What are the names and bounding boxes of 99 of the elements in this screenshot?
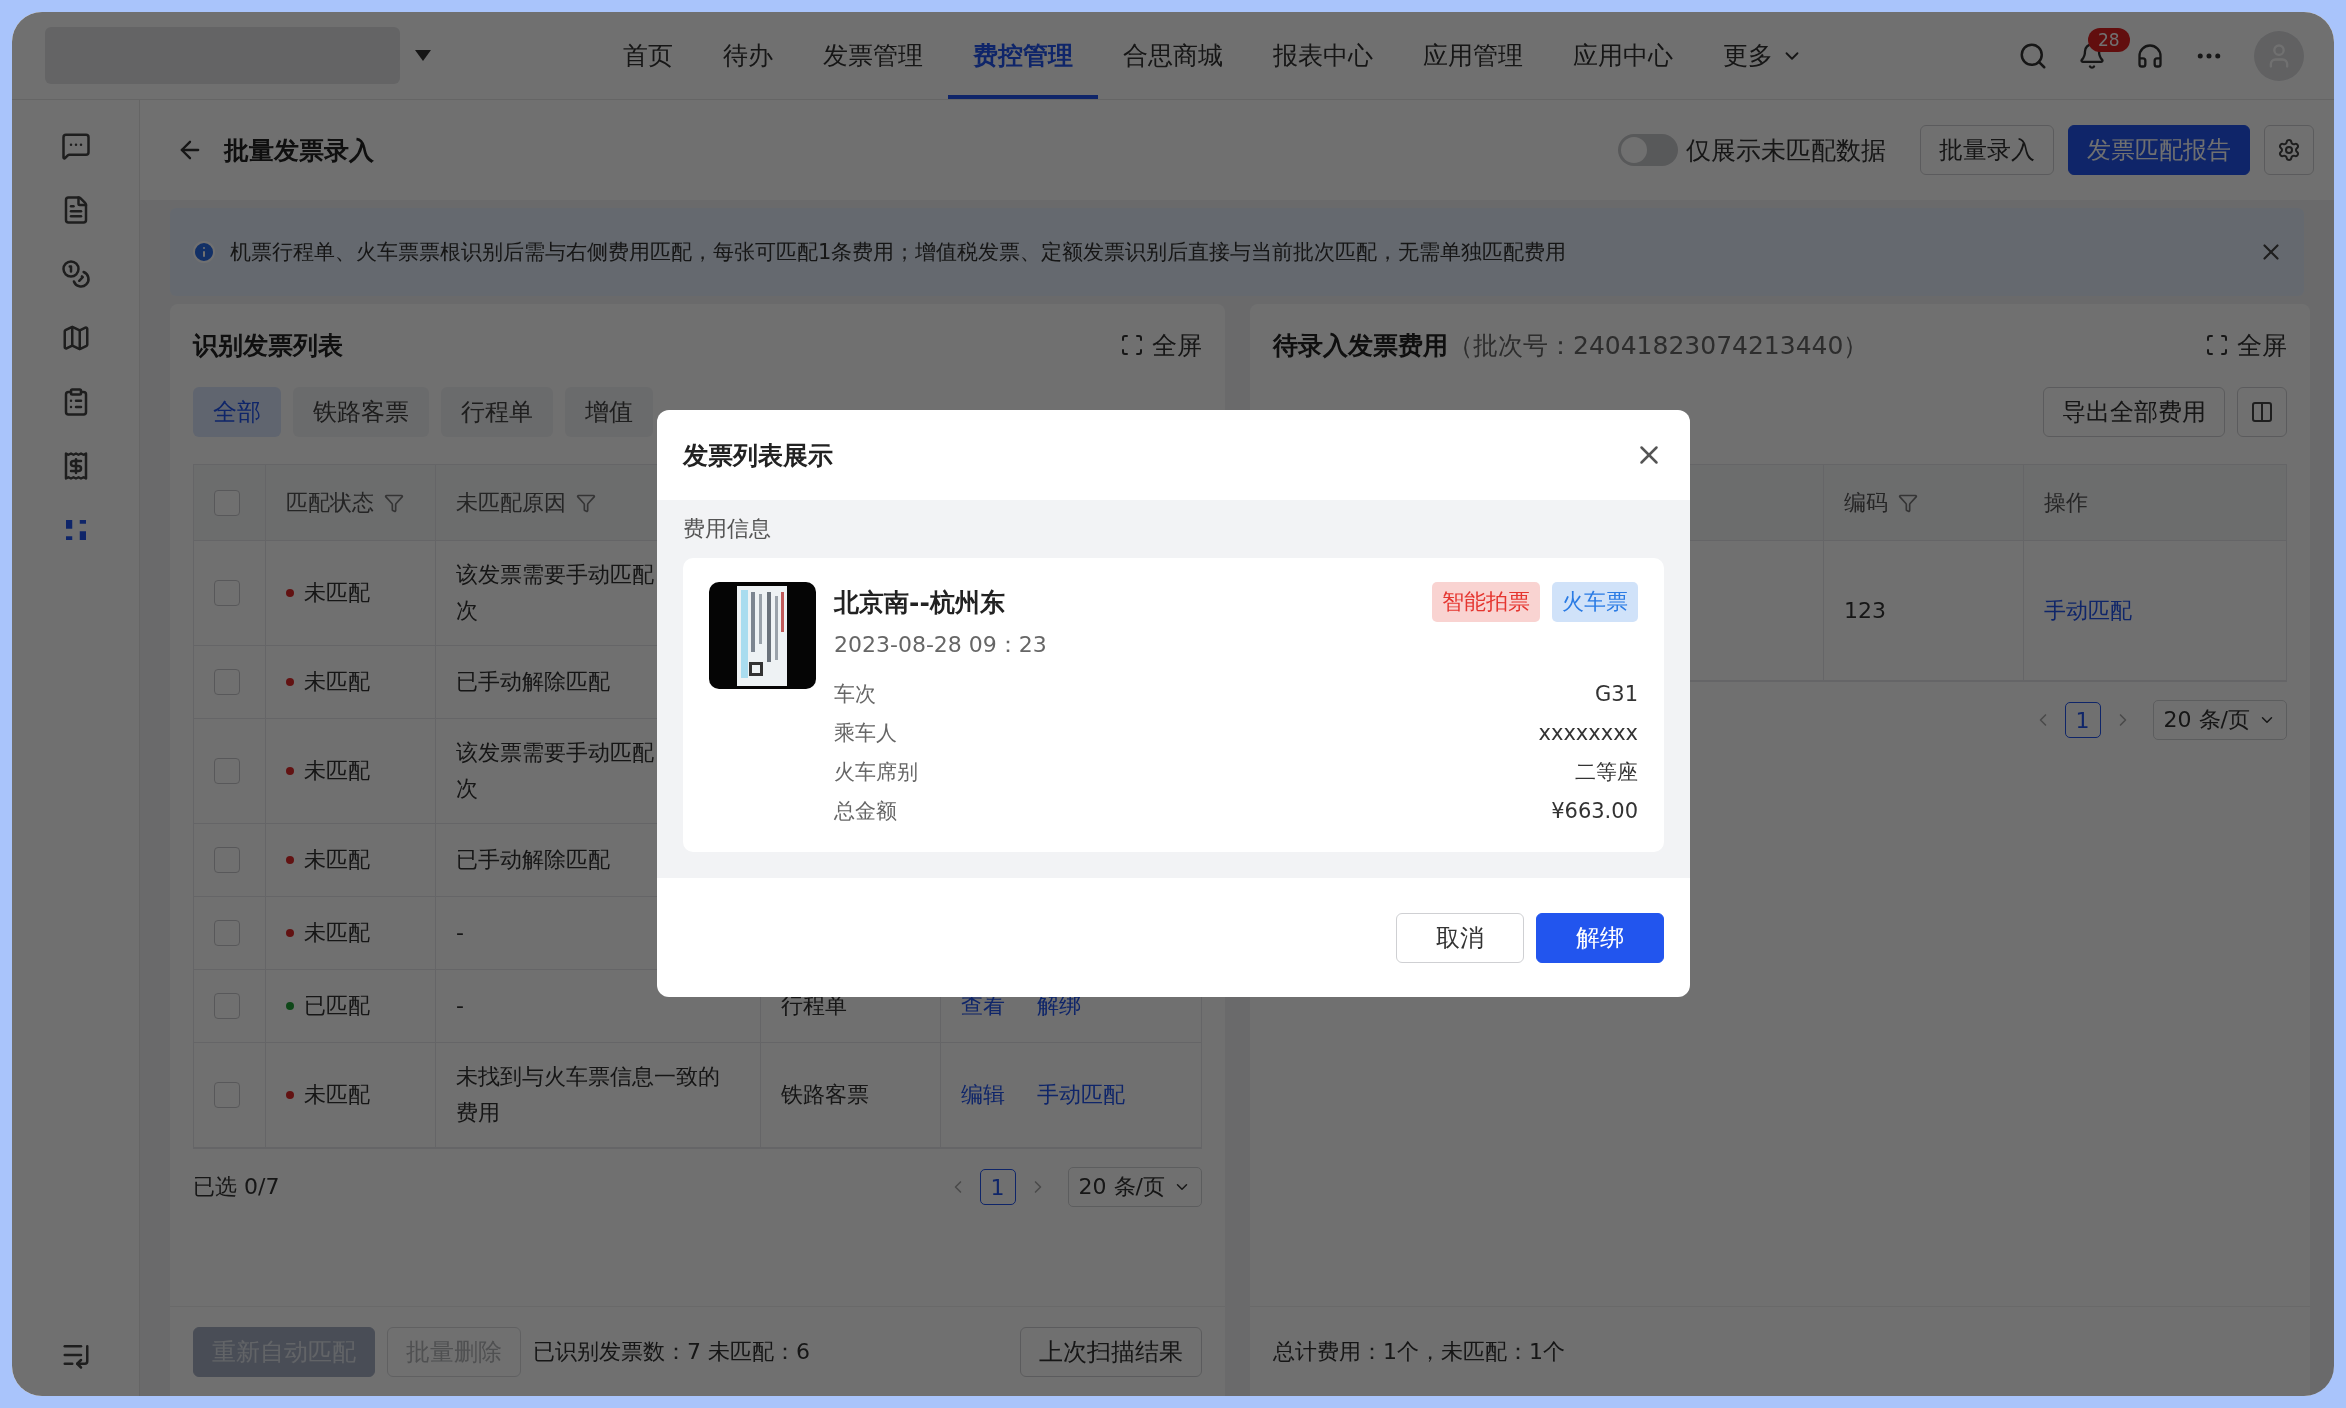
nav-tab[interactable]: 首页 xyxy=(598,12,698,99)
checkbox[interactable] xyxy=(214,920,240,946)
field-value: 二等座 xyxy=(1575,758,1638,786)
ticket-time: 2023-08-28 09：23 xyxy=(834,631,1048,659)
columns-icon xyxy=(2250,400,2274,424)
filter-icon[interactable] xyxy=(384,492,404,513)
summary-text: 已识别发票数：7 未匹配：6 xyxy=(533,1337,810,1366)
reason-text: 该发票需要手动匹配 xyxy=(456,739,654,767)
reason-text: 未找到与火车票信息一致的 xyxy=(456,1063,720,1091)
checkbox[interactable] xyxy=(214,669,240,695)
status-text: 未匹配 xyxy=(304,757,370,785)
reason-text: 费用 xyxy=(456,1099,500,1127)
field-value: G31 xyxy=(1595,681,1638,706)
status-text: 未匹配 xyxy=(304,846,370,874)
checkbox[interactable] xyxy=(214,993,240,1019)
nav-tab[interactable]: 合思商城 xyxy=(1098,12,1248,99)
filter-tab[interactable]: 全部 xyxy=(193,387,281,437)
nav-tab[interactable]: 费控管理 xyxy=(948,12,1098,99)
filter-tab[interactable]: 行程单 xyxy=(441,387,553,437)
panel-title: 识别发票列表 xyxy=(193,329,343,362)
last-scan-button[interactable]: 上次扫描结果 xyxy=(1020,1326,1202,1377)
filter-icon[interactable] xyxy=(576,492,596,513)
nav-tab[interactable]: 应用中心 xyxy=(1548,12,1698,99)
reason-text: - xyxy=(456,992,464,1020)
fullscreen-icon xyxy=(1120,333,1144,357)
status-text: 未匹配 xyxy=(304,668,370,696)
nav-tab[interactable]: 发票管理 xyxy=(798,12,948,99)
checkbox[interactable] xyxy=(214,489,240,516)
export-button[interactable]: 导出全部费用 xyxy=(2043,387,2225,437)
notification-badge: 28 xyxy=(2088,27,2130,52)
field-label: 总金额 xyxy=(834,797,897,825)
page-size-select[interactable]: 20 条/页 xyxy=(2152,700,2287,740)
reason-text: - xyxy=(456,919,464,947)
checkbox[interactable] xyxy=(214,758,240,784)
status-text: 未匹配 xyxy=(304,579,370,607)
page-number[interactable]: 1 xyxy=(979,1169,1016,1205)
route-title: 北京南--杭州东 xyxy=(834,586,1005,619)
nav-tab[interactable]: 待办 xyxy=(698,12,798,99)
field-value: xxxxxxxx xyxy=(1538,720,1638,745)
action-link[interactable]: 手动匹配 xyxy=(2044,595,2132,626)
field-label: 乘车人 xyxy=(834,719,897,747)
status-text: 已匹配 xyxy=(304,992,370,1020)
chat-icon[interactable] xyxy=(60,131,91,161)
reason-text: 该发票需要手动匹配 xyxy=(456,561,654,589)
checkbox[interactable] xyxy=(214,1082,240,1108)
type-text: 行程单 xyxy=(781,992,847,1020)
status-text: 未匹配 xyxy=(304,919,370,947)
reason-text: 已手动解除匹配 xyxy=(456,668,610,696)
headset-icon[interactable] xyxy=(2136,41,2164,70)
filter-tab[interactable]: 铁路客票 xyxy=(293,387,429,437)
batch-button[interactable]: 批量录入 xyxy=(1920,125,2054,175)
field-label: 车次 xyxy=(834,680,876,708)
fullscreen-icon xyxy=(2205,333,2229,357)
columns-button[interactable] xyxy=(2237,387,2287,437)
column-header: 编码 xyxy=(1844,488,1888,517)
type-text: 铁路客票 xyxy=(781,1081,869,1109)
unbind-button[interactable]: 解绑 xyxy=(1536,912,1664,963)
column-header: 未匹配原因 xyxy=(456,488,566,517)
tag: 智能拍票 xyxy=(1432,582,1540,622)
field-label: 火车席别 xyxy=(834,758,918,786)
column-header: 匹配状态 xyxy=(286,488,374,517)
report-button[interactable]: 发票匹配报告 xyxy=(2068,125,2250,175)
cancel-button[interactable]: 取消 xyxy=(1396,912,1524,963)
reason-text: 次 xyxy=(456,775,478,803)
nav-tab[interactable]: 报表中心 xyxy=(1248,12,1398,99)
page-title: 批量发票录入 xyxy=(224,134,374,167)
column-header: 操作 xyxy=(2044,488,2088,517)
status-text: 未匹配 xyxy=(304,1081,370,1109)
reason-text: 次 xyxy=(456,597,478,625)
notice-text: 机票行程单、火车票票根识别后需与右侧费用匹配，每张可匹配1条费用；增值税发票、定额发票识别后直接与当前批次匹配，无需单独匹配费用 xyxy=(230,239,1567,266)
batch-number: （批次号：24041823074213440） xyxy=(1448,329,1869,362)
reason-text: 已手动解除匹配 xyxy=(456,846,610,874)
dialog-title: 发票列表展示 xyxy=(683,439,833,472)
panel-title: 待录入发票费用 xyxy=(1273,329,1448,362)
field-value: ¥663.00 xyxy=(1551,798,1638,823)
page-size-select[interactable]: 20 条/页 xyxy=(1067,1167,1202,1207)
action-link[interactable]: 手动匹配 xyxy=(1037,1080,1125,1110)
filter-tab[interactable]: 增值 xyxy=(565,387,653,437)
page-number[interactable]: 1 xyxy=(2064,702,2101,738)
fullscreen-button[interactable]: 全屏 xyxy=(1120,328,1202,362)
nav-tab[interactable]: 应用管理 xyxy=(1398,12,1548,99)
checkbox[interactable] xyxy=(214,580,240,606)
summary-text: 总计费用：1个，未匹配：1个 xyxy=(1273,1337,1565,1366)
coins-icon[interactable] xyxy=(60,259,91,289)
section-title: 费用信息 xyxy=(683,515,772,543)
fullscreen-button[interactable]: 全屏 xyxy=(2205,328,2287,362)
info-icon xyxy=(192,240,216,264)
filter-icon[interactable] xyxy=(1898,492,1918,513)
code-text: 123 xyxy=(1844,596,1886,625)
checkbox[interactable] xyxy=(214,847,240,873)
toggle-switch[interactable] xyxy=(1618,134,1678,166)
nav-tab[interactable]: 更多 xyxy=(1698,12,1828,99)
selection-count: 已选 0/7 xyxy=(193,1173,280,1201)
settings-button[interactable] xyxy=(2264,125,2314,175)
settings-icon xyxy=(2277,138,2301,162)
tag: 火车票 xyxy=(1552,582,1638,622)
caret-icon[interactable] xyxy=(414,48,432,63)
toggle-label: 仅展示未匹配数据 xyxy=(1686,134,1886,167)
action-link[interactable]: 编辑 xyxy=(961,1080,1005,1110)
